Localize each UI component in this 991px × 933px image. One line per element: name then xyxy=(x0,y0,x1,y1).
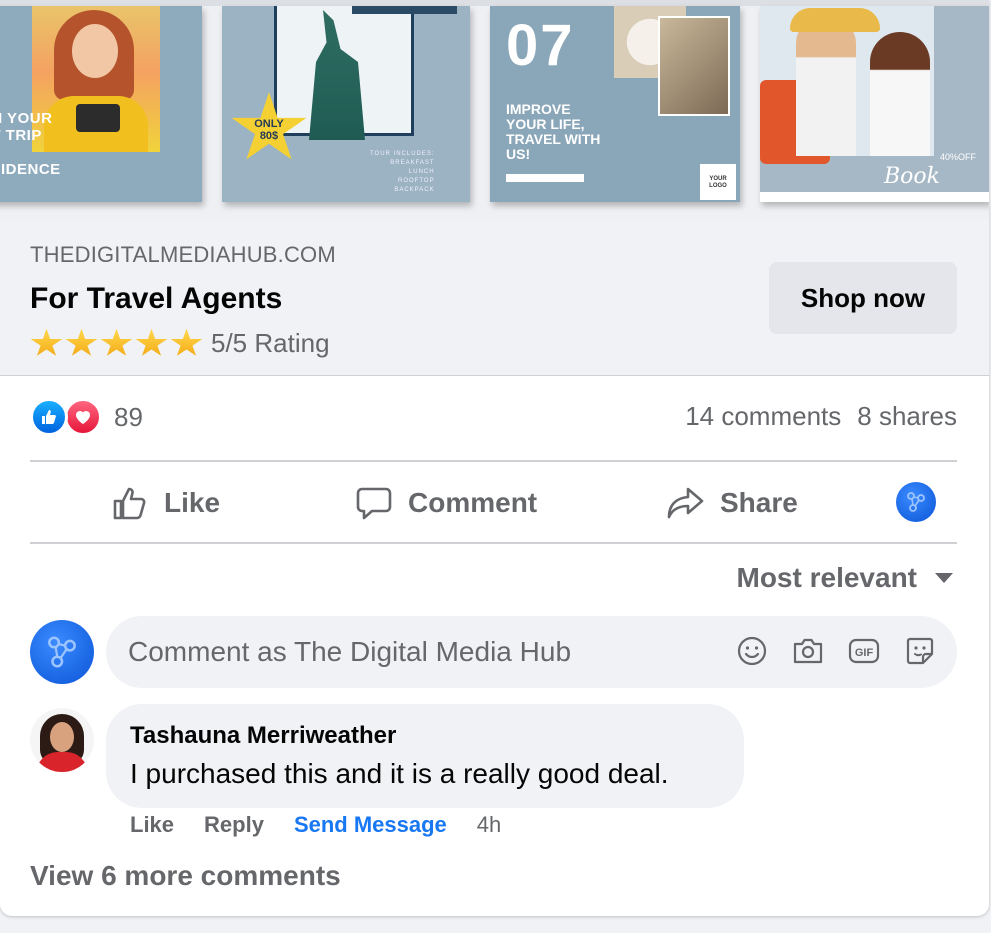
star-icon xyxy=(65,328,98,356)
discount-label: 40%OFF xyxy=(940,152,977,162)
rating-text: 5/5 Rating xyxy=(211,328,330,358)
caret-down-icon xyxy=(935,573,953,583)
network-logo-icon xyxy=(48,636,76,668)
comment-timestamp[interactable]: 4h xyxy=(477,812,501,838)
card-number: 07 xyxy=(506,13,575,78)
comment-actions: Like Reply Send Message 4h xyxy=(130,812,501,838)
commenter-avatar[interactable] xyxy=(30,708,94,772)
camera-icon[interactable] xyxy=(791,634,825,668)
carousel-card-4[interactable]: 40%OFF Book now xyxy=(760,6,989,202)
card-book-button xyxy=(506,174,584,182)
comment-reply-link[interactable]: Reply xyxy=(204,812,264,838)
view-more-comments-link[interactable]: View 6 more comments xyxy=(30,860,341,892)
star-icon xyxy=(135,328,168,356)
network-logo-icon xyxy=(907,492,925,512)
hotel-room-photo xyxy=(658,16,730,116)
star-icon xyxy=(100,328,133,356)
couple-photo xyxy=(760,6,934,164)
sticker-icon[interactable] xyxy=(903,634,937,668)
book-now-script: Book now xyxy=(884,164,940,202)
composer-tools: GIF xyxy=(735,634,937,668)
comments-count-link[interactable]: 14 comments xyxy=(685,401,841,432)
link-headline: For Travel Agents xyxy=(30,282,283,315)
comment-label: Comment xyxy=(408,487,538,518)
shares-count-link[interactable]: 8 shares xyxy=(857,401,957,432)
comment-text: I purchased this and it is a really good… xyxy=(130,758,669,789)
carousel-card-1-text: AN YOUR KT TRIP TH NFIDENCE xyxy=(0,110,61,178)
star-icon xyxy=(30,328,63,356)
star-icon xyxy=(170,328,203,356)
page-avatar xyxy=(30,620,94,684)
carousel-card-3[interactable]: 07 IMPROVE YOUR LIFE, TRAVEL WITH US! YO… xyxy=(490,6,740,202)
tour-includes-list: TOUR INCLUDES: BREAKFAST LUNCH ROOFTOP B… xyxy=(370,151,435,193)
divider xyxy=(30,542,957,544)
link-preview[interactable]: THEDIGITALMEDIAHUB.COM For Travel Agents… xyxy=(0,220,989,376)
page-avatar-switcher[interactable] xyxy=(896,482,936,522)
comment-like-link[interactable]: Like xyxy=(130,812,174,838)
share-label: Share xyxy=(720,487,798,518)
camera-icon xyxy=(76,104,120,132)
share-arrow-icon xyxy=(667,487,704,519)
sort-label: Most relevant xyxy=(736,562,918,593)
comment-bubble-icon xyxy=(356,487,392,520)
comment-button[interactable]: Comment xyxy=(354,474,537,532)
ad-carousel[interactable]: AN YOUR KT TRIP TH NFIDENCE ONLY80$ TOUR… xyxy=(0,0,989,220)
rating-stars xyxy=(30,328,203,359)
share-button[interactable]: Share xyxy=(666,474,798,532)
comment-bubble: Tashauna Merriweather I purchased this a… xyxy=(106,704,744,808)
carousel-card-1[interactable]: AN YOUR KT TRIP TH NFIDENCE xyxy=(0,6,202,202)
post-card: AN YOUR KT TRIP TH NFIDENCE ONLY80$ TOUR… xyxy=(0,0,989,916)
comment-author[interactable]: Tashauna Merriweather xyxy=(130,722,396,750)
comment-composer: GIF xyxy=(106,616,957,688)
post-stats: 14 comments 8 shares xyxy=(685,401,957,432)
divider xyxy=(30,460,957,462)
shop-now-button[interactable]: Shop now xyxy=(769,262,957,334)
send-message-link[interactable]: Send Message xyxy=(294,812,447,838)
carousel-card-3-text: IMPROVE YOUR LIFE, TRAVEL WITH US! xyxy=(506,101,601,162)
comment-input[interactable] xyxy=(128,630,688,674)
card-banner xyxy=(352,6,457,14)
like-label: Like xyxy=(164,487,221,518)
love-reaction-icon xyxy=(64,398,102,436)
like-reaction-icon xyxy=(30,398,68,436)
thumbs-up-icon xyxy=(113,487,146,520)
svg-text:GIF: GIF xyxy=(855,647,874,659)
carousel-card-2[interactable]: ONLY 80$ TOUR INCLUDES: BREAKFAST LUNCH R… xyxy=(222,6,470,202)
reaction-summary[interactable]: 89 xyxy=(30,398,143,436)
gif-icon[interactable]: GIF xyxy=(847,634,881,668)
reaction-count: 89 xyxy=(114,401,143,432)
emoji-icon[interactable] xyxy=(735,634,769,668)
your-logo-box: YOUR LOGO xyxy=(700,164,736,200)
link-domain: THEDIGITALMEDIAHUB.COM xyxy=(30,242,336,267)
rating: 5/5 Rating xyxy=(30,328,330,359)
like-button[interactable]: Like xyxy=(110,474,220,532)
comment-sort-dropdown[interactable]: Most relevant xyxy=(736,562,953,594)
